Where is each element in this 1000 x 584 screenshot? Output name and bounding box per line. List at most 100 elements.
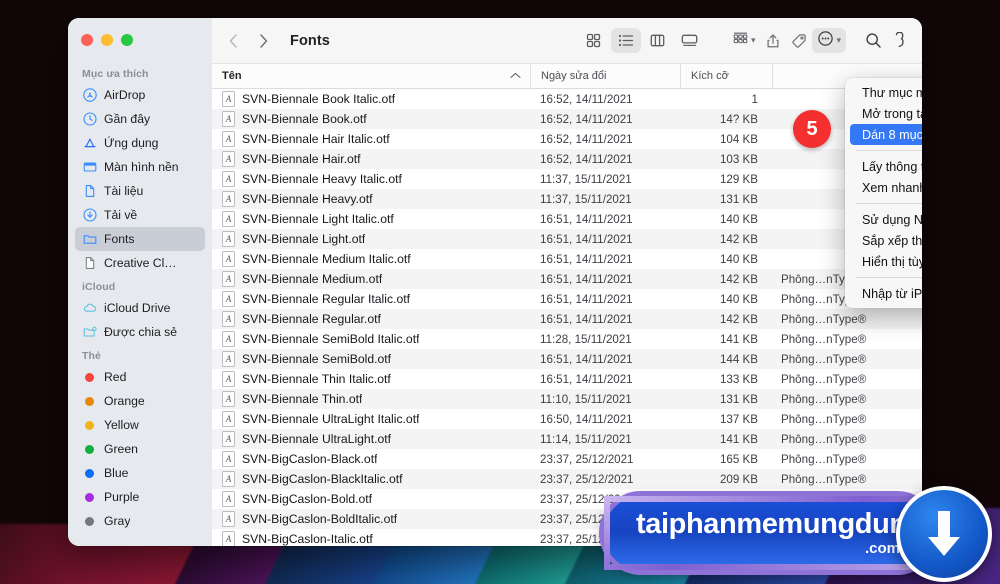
file-name-cell: A SVN-Biennale Light Italic.otf (212, 211, 530, 227)
file-date: 11:28, 15/11/2021 (540, 332, 632, 346)
table-row[interactable]: A SVN-Biennale Hair.otf 16:52, 14/11/2021 1… (212, 149, 922, 169)
file-name-cell: A SVN-Biennale Book.otf (212, 111, 530, 127)
sidebar-tag-purple[interactable]: Purple (75, 485, 205, 509)
menu-item[interactable]: Nhập từ iPhone❯ (850, 283, 922, 304)
table-row[interactable]: A SVN-Biennale Light.otf 16:51, 14/11/2021… (212, 229, 922, 249)
sidebar-item-label: Gray (104, 514, 131, 528)
menu-item[interactable]: Mở trong tab mới (850, 103, 922, 124)
sidebar-item-fonts[interactable]: Fonts (75, 227, 205, 251)
step-badge: 5 (793, 110, 831, 148)
group-by-button[interactable]: ▾ (727, 28, 761, 53)
download-arrow-icon (896, 486, 992, 582)
siri-icon[interactable] (886, 29, 912, 53)
sidebar-tag-red[interactable]: Red (75, 365, 205, 389)
font-file-icon: A (222, 251, 235, 267)
tag-dot-icon (82, 370, 97, 385)
sidebar-tag-blue[interactable]: Blue (75, 461, 205, 485)
menu-item[interactable]: Sắp xếp theo❯ (850, 230, 922, 251)
font-file-icon: A (222, 431, 235, 447)
share-button[interactable] (760, 29, 786, 53)
file-list[interactable]: A SVN-Biennale Book Italic.otf 16:52, 14/1… (212, 89, 922, 546)
file-name-cell: A SVN-Biennale Hair Italic.otf (212, 131, 530, 147)
file-kind: Phông…nType® (781, 312, 867, 326)
menu-item[interactable]: Sử dụng Nhóm (850, 209, 922, 230)
menu-item[interactable]: Hiển thị tùy chọn Xem (850, 251, 922, 272)
more-options-button[interactable]: ▾ (812, 28, 846, 53)
sidebar-item-shared[interactable]: Được chia sẻ (75, 320, 205, 344)
forward-button[interactable] (250, 29, 276, 53)
table-row[interactable]: A SVN-Biennale Heavy.otf 11:37, 15/11/2021… (212, 189, 922, 209)
file-name-cell: A SVN-BigCaslon-BoldItalic.otf (212, 511, 530, 527)
sidebar-item-documents[interactable]: Tài liệu (75, 179, 205, 203)
menu-separator (856, 277, 922, 278)
table-row[interactable]: A SVN-Biennale Regular.otf 16:51, 14/11/20… (212, 309, 922, 329)
file-name-cell: A SVN-Biennale UltraLight Italic.otf (212, 411, 530, 427)
file-name: SVN-Biennale Heavy Italic.otf (242, 172, 402, 186)
column-header-size[interactable]: Kích cỡ (680, 64, 772, 88)
font-file-icon: A (222, 391, 235, 407)
file-size: 141 KB (719, 332, 758, 346)
column-header-date-modified[interactable]: Ngày sửa đổi (530, 64, 680, 88)
table-row[interactable]: A SVN-Biennale SemiBold.otf 16:51, 14/11/2… (212, 349, 922, 369)
menu-item[interactable]: Lấy thông tin (850, 156, 922, 177)
sidebar-item-desktop[interactable]: Màn hình nền (75, 155, 205, 179)
file-size: 129 KB (719, 172, 758, 186)
column-view-icon[interactable] (643, 28, 673, 53)
sidebar-tag-orange[interactable]: Orange (75, 389, 205, 413)
table-row[interactable]: A SVN-Biennale Light Italic.otf 16:51, 14/… (212, 209, 922, 229)
sidebar-item-creative-cloud[interactable]: Creative Cl… (75, 251, 205, 275)
file-name-cell: A SVN-Biennale Thin Italic.otf (212, 371, 530, 387)
font-file-icon: A (222, 491, 235, 507)
search-button[interactable] (860, 29, 886, 53)
gallery-view-icon[interactable] (675, 28, 705, 53)
sidebar-item-airdrop[interactable]: AirDrop (75, 83, 205, 107)
sidebar-tag-green[interactable]: Green (75, 437, 205, 461)
table-row[interactable]: A SVN-Biennale Thin.otf 11:10, 15/11/2021 1… (212, 389, 922, 409)
sidebar-item-applications[interactable]: Ứng dụng (75, 131, 205, 155)
table-row[interactable]: A SVN-BigCaslon-Black.otf 23:37, 25/12/202… (212, 449, 922, 469)
sidebar-tag-gray[interactable]: Gray (75, 509, 205, 533)
file-kind: Phông…nType® (781, 392, 867, 406)
menu-item[interactable]: Dán 8 mục (850, 124, 922, 145)
sidebar-item-recents[interactable]: Gần đây (75, 107, 205, 131)
table-row[interactable]: A SVN-Biennale Book Italic.otf 16:52, 14/1… (212, 89, 922, 109)
font-file-icon: A (222, 311, 235, 327)
file-name: SVN-Biennale SemiBold.otf (242, 352, 392, 366)
zoom-button[interactable] (121, 34, 133, 46)
sidebar-item-downloads[interactable]: Tải về (75, 203, 205, 227)
file-kind: Phông…nType® (781, 332, 867, 346)
sidebar-item-label: Yellow (104, 418, 139, 432)
tag-dot-icon (82, 418, 97, 433)
sidebar-item-label: Blue (104, 466, 129, 480)
table-row[interactable]: A SVN-Biennale Medium Italic.otf 16:51, 14… (212, 249, 922, 269)
sidebar-item-label: Orange (104, 394, 145, 408)
file-size: 144 KB (719, 352, 758, 366)
list-view-icon[interactable] (610, 28, 641, 53)
font-file-icon: A (222, 271, 235, 287)
menu-item[interactable]: Thư mục mới (850, 82, 922, 103)
back-button[interactable] (220, 29, 246, 53)
context-menu[interactable]: Thư mục mới Mở trong tab mới Dán 8 mục Lấy … (845, 78, 922, 308)
close-button[interactable] (81, 34, 93, 46)
table-row[interactable]: A SVN-Biennale Medium.otf 16:51, 14/11/202… (212, 269, 922, 289)
icon-view-icon[interactable] (579, 28, 609, 53)
menu-item[interactable]: Xem nhanh “Fonts” (850, 177, 922, 198)
sidebar-item-label: Được chia sẻ (104, 325, 178, 339)
table-row[interactable]: A SVN-Biennale Thin Italic.otf 16:51, 14/1… (212, 369, 922, 389)
minimize-button[interactable] (101, 34, 113, 46)
table-row[interactable]: A SVN-Biennale Regular Italic.otf 16:51, 1… (212, 289, 922, 309)
sidebar-item-icloud-drive[interactable]: iCloud Drive (75, 296, 205, 320)
table-row[interactable]: A SVN-Biennale UltraLight.otf 11:14, 15/11… (212, 429, 922, 449)
table-row[interactable]: A SVN-Biennale Heavy Italic.otf 11:37, 15/… (212, 169, 922, 189)
column-header-name[interactable]: Tên (212, 64, 530, 88)
sidebar-tag-yellow[interactable]: Yellow (75, 413, 205, 437)
table-row[interactable]: A SVN-Biennale SemiBold Italic.otf 11:28, … (212, 329, 922, 349)
file-name-cell: A SVN-Biennale Regular.otf (212, 311, 530, 327)
tag-button[interactable] (786, 29, 812, 53)
tag-dot-icon (82, 394, 97, 409)
file-size: 1 (751, 92, 758, 106)
folder-icon (82, 232, 97, 247)
table-row[interactable]: A SVN-Biennale UltraLight Italic.otf 16:50… (212, 409, 922, 429)
menu-item-label: Sắp xếp theo (862, 233, 922, 248)
font-file-icon: A (222, 151, 235, 167)
